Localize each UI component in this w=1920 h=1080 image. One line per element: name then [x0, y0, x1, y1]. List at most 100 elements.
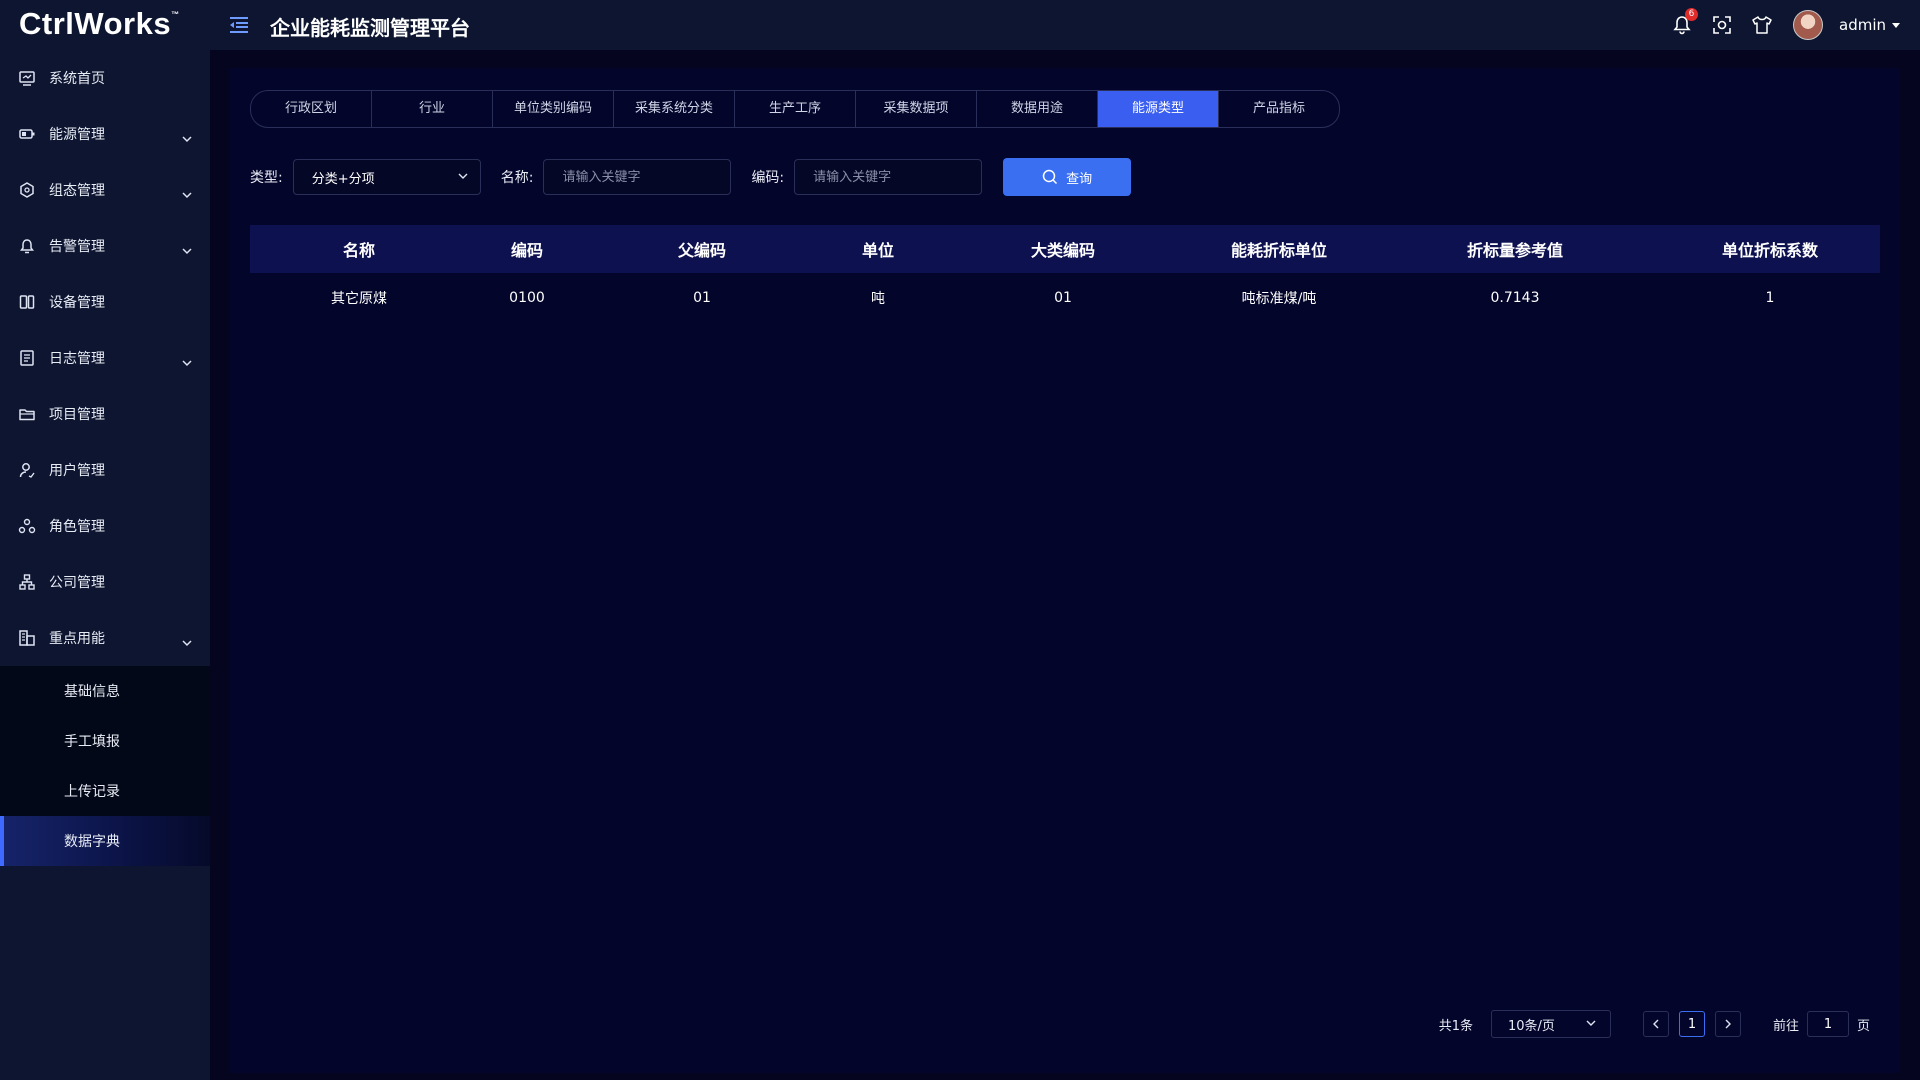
table-cell: 0.7143 — [1490, 290, 1540, 306]
user-name[interactable]: admin — [1839, 16, 1886, 34]
table-cell: 01 — [693, 290, 711, 306]
column-header-coefficient[interactable]: 单位折标系数 — [1660, 237, 1880, 261]
sidebar-item-home[interactable]: 系统首页 — [0, 50, 210, 106]
sidebar-item-label: 组态管理 — [49, 183, 105, 199]
tab-production-process[interactable]: 生产工序 — [735, 91, 856, 127]
chevron-left-icon — [1652, 1019, 1659, 1029]
search-icon — [1042, 169, 1058, 185]
code-search-input[interactable] — [794, 159, 983, 195]
fullscreen-icon[interactable] — [1711, 14, 1733, 36]
table-cell: 其它原煤 — [331, 291, 387, 307]
page-number[interactable]: 1 — [1678, 1011, 1705, 1037]
table-cell: 吨 — [871, 291, 885, 307]
avatar[interactable] — [1793, 10, 1823, 40]
tab-region[interactable]: 行政区划 — [251, 91, 372, 127]
user-icon — [18, 461, 36, 479]
device-icon — [18, 293, 36, 311]
submenu-key-energy: 基础信息 手工填报 上传记录 数据字典 — [0, 666, 210, 866]
sidebar-subitem-label: 基础信息 — [64, 684, 120, 700]
role-icon — [18, 517, 36, 535]
org-icon — [18, 573, 36, 591]
table-header: 名称 编码 父编码 单位 大类编码 能耗折标单位 折标量参考值 单位折标系数 — [250, 225, 1880, 273]
sidebar-item-alarm[interactable]: 告警管理 — [0, 218, 210, 274]
top-bar: CtrlWorks™ 企业能耗监测管理平台 6 admin — [0, 0, 1920, 50]
sidebar-item-label: 用户管理 — [49, 463, 105, 479]
table-cell: 吨标准煤/吨 — [1241, 291, 1317, 307]
table-row[interactable]: 其它原煤 0100 01 吨 01 吨标准煤/吨 0.7143 1 — [250, 273, 1880, 323]
sidebar-subitem-upload-records[interactable]: 上传记录 — [0, 766, 210, 816]
theme-shirt-icon[interactable] — [1751, 14, 1773, 36]
tab-data-usage[interactable]: 数据用途 — [977, 91, 1098, 127]
goto-page-input[interactable] — [1806, 1011, 1849, 1037]
column-header-reference-value[interactable]: 折标量参考值 — [1370, 237, 1660, 261]
sidebar-item-label: 角色管理 — [49, 519, 105, 535]
tab-industry[interactable]: 行业 — [372, 91, 493, 127]
sidebar-subitem-label: 数据字典 — [64, 834, 120, 850]
column-header-parent-code[interactable]: 父编码 — [586, 237, 818, 261]
sidebar-item-energy[interactable]: 能源管理 — [0, 106, 210, 162]
sidebar-subitem-label: 上传记录 — [64, 784, 120, 800]
page-suffix: 页 — [1856, 1018, 1870, 1034]
sidebar-subitem-data-dictionary[interactable]: 数据字典 — [0, 816, 210, 866]
tab-energy-type[interactable]: 能源类型 — [1098, 91, 1219, 127]
sidebar-item-company[interactable]: 公司管理 — [0, 554, 210, 610]
name-search-input[interactable] — [543, 159, 732, 195]
column-header-code[interactable]: 编码 — [468, 237, 586, 261]
sidebar-subitem-manual-entry[interactable]: 手工填报 — [0, 716, 210, 766]
total-count: 共1条 — [1438, 1018, 1473, 1034]
column-header-category-code[interactable]: 大类编码 — [938, 237, 1188, 261]
sidebar-item-user[interactable]: 用户管理 — [0, 442, 210, 498]
sidebar-item-label: 项目管理 — [49, 407, 105, 423]
table-cell: 01 — [1054, 290, 1072, 306]
chevron-down-icon — [182, 185, 192, 199]
type-select[interactable]: 分类+分项 — [292, 159, 481, 195]
prev-page-button[interactable] — [1642, 1011, 1669, 1037]
notification-bell-icon[interactable]: 6 — [1671, 8, 1698, 36]
building-icon — [18, 629, 36, 647]
sidebar-item-project[interactable]: 项目管理 — [0, 386, 210, 442]
sidebar-subitem-label: 手工填报 — [64, 734, 120, 750]
sidebar-item-config[interactable]: 组态管理 — [0, 162, 210, 218]
chevron-down-icon — [182, 241, 192, 255]
next-page-button[interactable] — [1714, 1011, 1741, 1037]
user-dropdown-icon[interactable] — [1892, 22, 1900, 28]
sidebar-item-label: 设备管理 — [49, 295, 105, 311]
chevron-down-icon — [458, 170, 468, 185]
code-label: 编码: — [751, 170, 785, 186]
bell-icon — [18, 237, 36, 255]
table-cell: 1 — [1765, 290, 1775, 306]
tab-product-indicator[interactable]: 产品指标 — [1219, 91, 1339, 127]
logo[interactable]: CtrlWorks™ — [19, 6, 180, 42]
sidebar-item-label: 日志管理 — [49, 351, 105, 367]
sidebar: 系统首页 能源管理 组态管理 告警管理 设备管理 日志管理 项目管理 用户管理 … — [0, 50, 210, 1080]
column-header-unit[interactable]: 单位 — [818, 237, 938, 261]
tab-collection-item[interactable]: 采集数据项 — [856, 91, 977, 127]
sidebar-item-role[interactable]: 角色管理 — [0, 498, 210, 554]
menu-collapse-icon[interactable] — [228, 15, 250, 35]
chevron-down-icon — [182, 353, 192, 367]
sidebar-item-log[interactable]: 日志管理 — [0, 330, 210, 386]
goto-label: 前往 — [1772, 1018, 1799, 1034]
log-icon — [18, 349, 36, 367]
type-select-value: 分类+分项 — [311, 171, 375, 187]
query-button[interactable]: 查询 — [1003, 158, 1132, 196]
query-button-label: 查询 — [1066, 171, 1093, 187]
battery-icon — [18, 125, 36, 143]
tab-unit-category-code[interactable]: 单位类别编码 — [493, 91, 614, 127]
chevron-down-icon — [1586, 1017, 1596, 1032]
main-panel: 行政区划 行业 单位类别编码 采集系统分类 生产工序 采集数据项 数据用途 能源… — [230, 68, 1900, 1073]
folder-icon — [18, 405, 36, 423]
chevron-right-icon — [1725, 1019, 1731, 1029]
column-header-standard-unit[interactable]: 能耗折标单位 — [1188, 237, 1370, 261]
sidebar-item-key-energy[interactable]: 重点用能 — [0, 610, 210, 666]
sidebar-item-label: 公司管理 — [49, 575, 105, 591]
energy-type-table: 名称 编码 父编码 单位 大类编码 能耗折标单位 折标量参考值 单位折标系数 其… — [250, 225, 1880, 323]
page-size-select[interactable]: 10条/页 — [1490, 1010, 1611, 1038]
sidebar-subitem-basic-info[interactable]: 基础信息 — [0, 666, 210, 716]
column-header-name[interactable]: 名称 — [250, 237, 468, 261]
hexagon-icon — [18, 181, 36, 199]
tab-collection-system[interactable]: 采集系统分类 — [614, 91, 735, 127]
sidebar-item-device[interactable]: 设备管理 — [0, 274, 210, 330]
page-size-value: 10条/页 — [1507, 1018, 1555, 1034]
filter-bar: 类型: 分类+分项 名称: 编码: 查询 — [250, 158, 1132, 196]
